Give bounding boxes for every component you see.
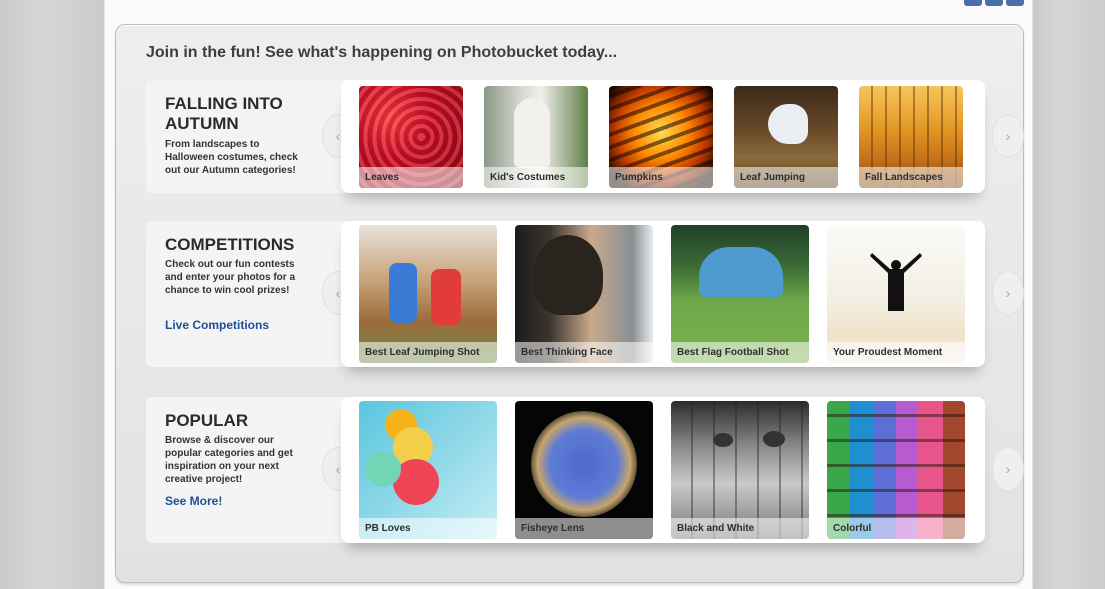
thumbnail-label: Fisheye Lens (515, 518, 653, 539)
chevron-left-icon: ‹ (335, 461, 341, 477)
thumbnail-label: Leaf Jumping (734, 167, 838, 188)
thumbnail-label: Black and White (671, 518, 809, 539)
thumbnail-label: Colorful (827, 518, 965, 539)
thumbnail-black-and-white[interactable]: Black and White (671, 401, 809, 539)
thumbnail-leaf-jumping[interactable]: Leaf Jumping (734, 86, 838, 188)
thumbnail-leaves[interactable]: Leaves (359, 86, 463, 188)
fisheye-photo (531, 411, 637, 517)
leaf-jump-photo (389, 263, 417, 323)
thumbnail-label: Your Proudest Moment (827, 342, 965, 363)
featured-panel: Join in the fun! See what's happening on… (115, 24, 1024, 583)
thumbnail-label: Best Leaf Jumping Shot (359, 342, 497, 363)
row-title: FALLING INTO AUTUMN (165, 94, 283, 133)
chevron-left-icon: ‹ (335, 128, 341, 144)
thumbnail-label: Kid's Costumes (484, 167, 588, 188)
panel-headline: Join in the fun! See what's happening on… (146, 44, 618, 61)
chevron-left-icon: ‹ (335, 285, 341, 301)
row-title: POPULAR (165, 411, 249, 430)
next-arrow-button[interactable]: › (992, 447, 1024, 491)
thumbnail-your-proudest-moment[interactable]: Your Proudest Moment (827, 225, 965, 363)
background-left (0, 0, 104, 589)
see-more-link[interactable]: See More! (165, 494, 222, 508)
silhouette-photo (870, 253, 922, 311)
row-competitions: COMPETITIONS Check out our fun contests … (146, 221, 1024, 371)
thumbnail-colorful[interactable]: Colorful (827, 401, 965, 539)
thumbnail-label: Best Flag Football Shot (671, 342, 809, 363)
thumbnail-pb-loves[interactable]: PB Loves (359, 401, 497, 539)
costume-photo (514, 98, 550, 168)
live-competitions-link[interactable]: Live Competitions (165, 318, 269, 332)
page-container: Join in the fun! See what's happening on… (104, 0, 1033, 589)
thumbnail-strip: PB Loves Fisheye Lens Black and White Co… (341, 397, 985, 543)
row-description: Check out our fun contests and enter you… (165, 259, 296, 296)
row-popular: POPULAR Browse & discover our popular ca… (146, 397, 1024, 547)
row-description: Browse & discover our popular categories… (165, 435, 293, 485)
baby-photo (533, 235, 603, 315)
thumbnail-label: Fall Landscapes (859, 167, 963, 188)
next-arrow-button[interactable]: › (992, 271, 1024, 315)
thumbnail-best-leaf-jumping[interactable]: Best Leaf Jumping Shot (359, 225, 497, 363)
chevron-right-icon: › (1005, 285, 1011, 301)
thumbnail-label: Best Thinking Face (515, 342, 653, 363)
next-arrow-button[interactable]: › (992, 114, 1024, 158)
row-autumn: FALLING INTO AUTUMN From landscapes to H… (146, 80, 1024, 226)
thumbnail-best-thinking-face[interactable]: Best Thinking Face (515, 225, 653, 363)
thumbnail-best-flag-football[interactable]: Best Flag Football Shot (671, 225, 809, 363)
thumbnail-fisheye-lens[interactable]: Fisheye Lens (515, 401, 653, 539)
thumbnail-pumpkins[interactable]: Pumpkins (609, 86, 713, 188)
leaf-jumping-photo (768, 104, 808, 144)
thumbnail-strip: Leaves Kid's Costumes Pumpkins Leaf Jump… (341, 80, 985, 193)
thumbnail-label: Pumpkins (609, 167, 713, 188)
thumbnail-kids-costumes[interactable]: Kid's Costumes (484, 86, 588, 188)
background-right (1031, 0, 1105, 589)
row-title: COMPETITIONS (165, 235, 295, 254)
chevron-right-icon: › (1005, 461, 1011, 477)
row-description: From landscapes to Halloween costumes, c… (165, 139, 298, 176)
football-photo (699, 247, 783, 297)
social-icons[interactable] (964, 0, 1024, 6)
thumbnail-label: PB Loves (359, 518, 497, 539)
thumbnail-label: Leaves (359, 167, 463, 188)
thumbnail-strip: Best Leaf Jumping Shot Best Thinking Fac… (341, 221, 985, 367)
thumbnail-fall-landscapes[interactable]: Fall Landscapes (859, 86, 963, 188)
chevron-right-icon: › (1005, 128, 1011, 144)
